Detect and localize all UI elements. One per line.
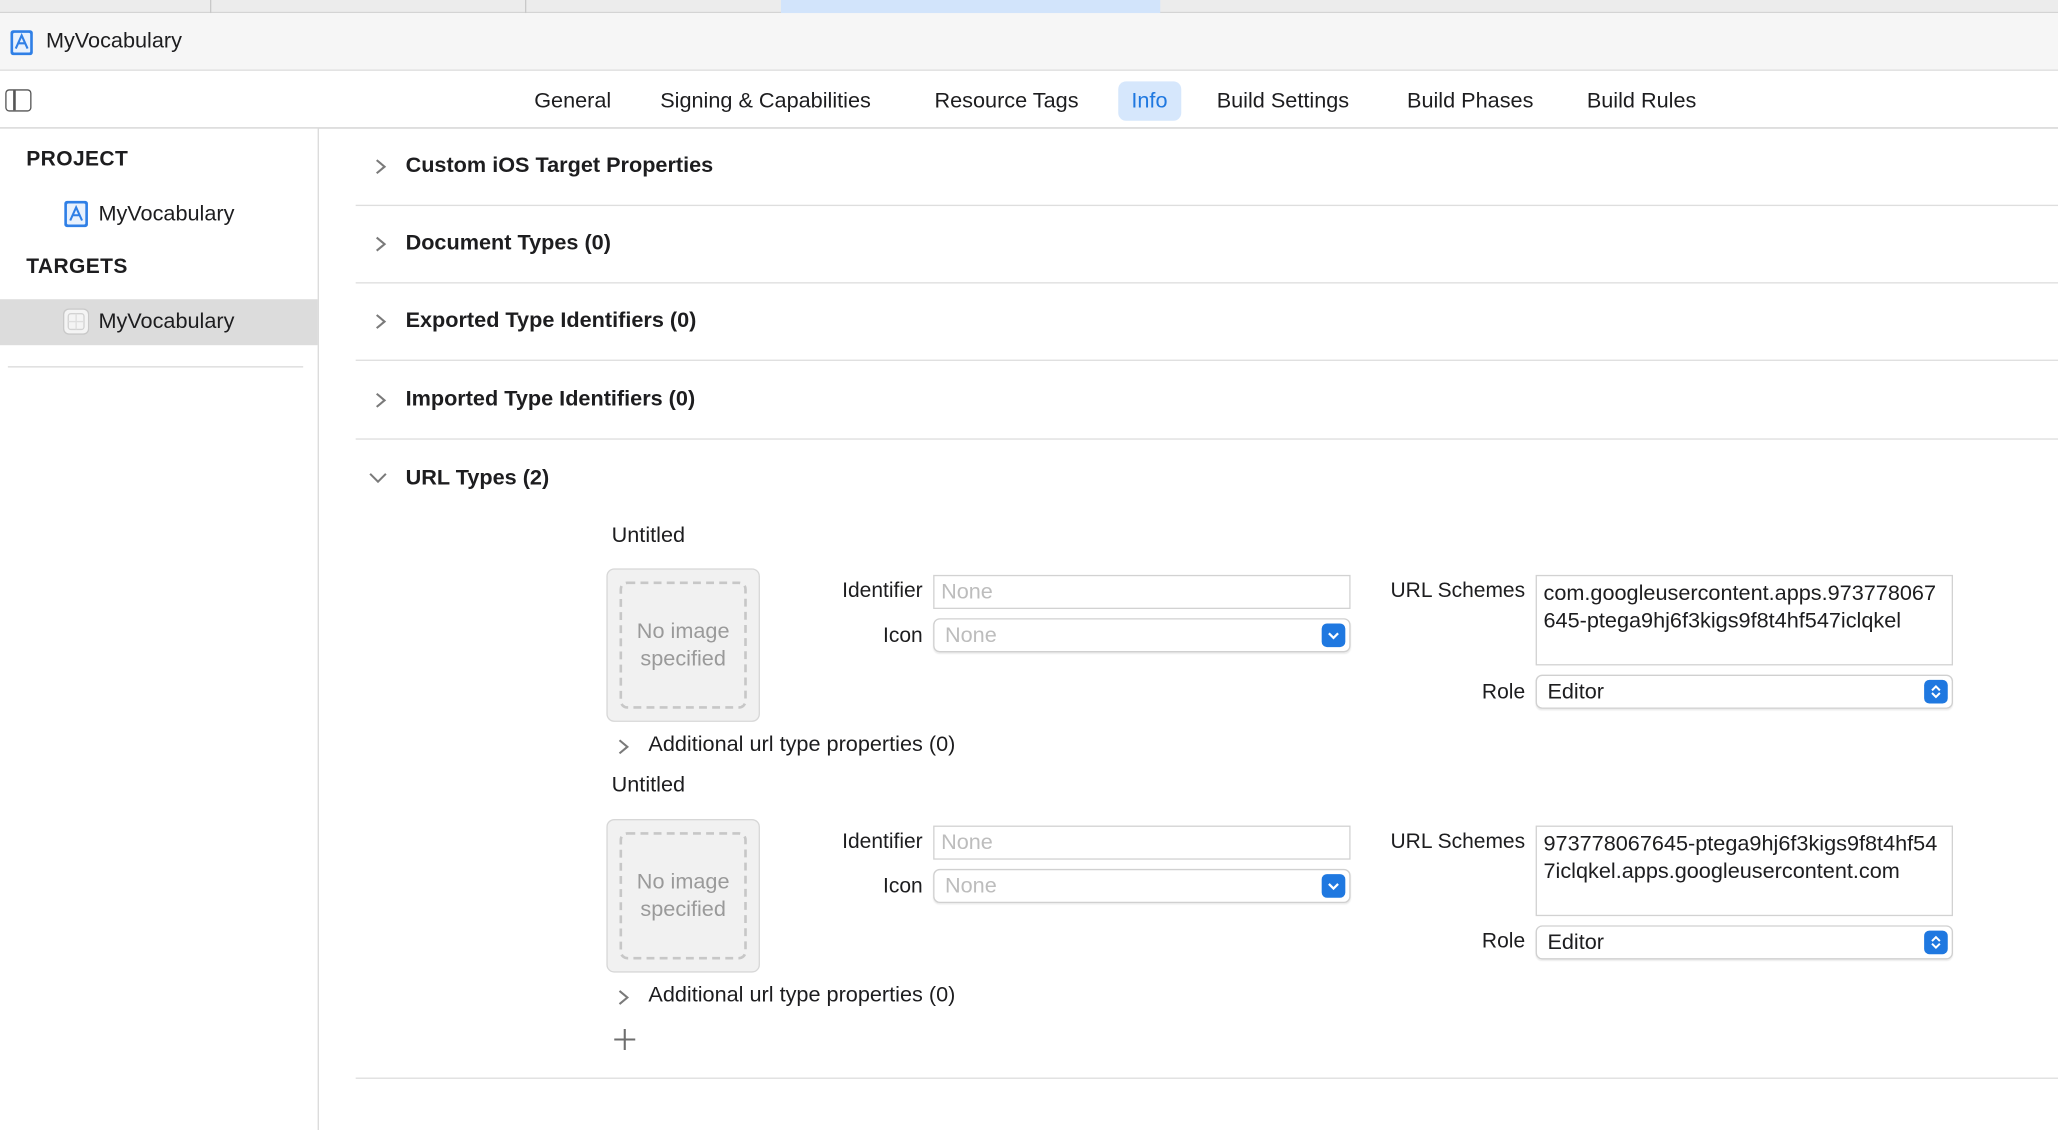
identifier-field[interactable]: None	[933, 574, 1351, 609]
chevron-right-icon	[618, 990, 630, 1005]
targets-header: TARGETS	[26, 255, 128, 279]
url-type-name[interactable]: Untitled	[612, 524, 685, 549]
icon-label: Icon	[882, 875, 923, 898]
project-title[interactable]: MyVocabulary	[46, 29, 182, 54]
url-schemes-field[interactable]: 973778067645-ptega9hj6f3kigs9f8t4hf547ic…	[1535, 825, 1953, 917]
tab-signing-capabilities[interactable]: Signing & Capabilities	[647, 81, 884, 120]
updown-stepper-icon	[1924, 930, 1948, 955]
role-label: Role	[1481, 930, 1526, 953]
section-title: Exported Type Identifiers (0)	[405, 308, 697, 333]
icon-popup[interactable]: None	[933, 868, 1351, 903]
chevron-down-icon	[1321, 623, 1346, 648]
additional-url-properties-disclosure[interactable]: Additional url type properties (0)	[612, 731, 1032, 763]
icon-label: Icon	[882, 624, 923, 648]
tab-build-rules[interactable]: Build Rules	[1574, 81, 1710, 120]
role-label: Role	[1481, 681, 1526, 704]
updown-stepper-icon	[1924, 679, 1948, 704]
sidebar-item-target[interactable]: MyVocabulary	[0, 299, 318, 346]
role-popup[interactable]: Editor	[1535, 925, 1953, 960]
section-imported-type-identifiers[interactable]: Imported Type Identifiers (0)	[355, 362, 2058, 440]
sidebar-toggle-icon[interactable]	[5, 89, 32, 112]
tab-build-settings[interactable]: Build Settings	[1204, 81, 1363, 120]
url-schemes-label: URL Schemes	[1390, 830, 1526, 854]
xcode-project-icon	[64, 200, 88, 228]
section-exported-type-identifiers[interactable]: Exported Type Identifiers (0)	[355, 284, 2058, 361]
chevron-right-icon	[376, 392, 387, 408]
role-popup-value: Editor	[1547, 679, 1605, 704]
project-navigator-sidebar: PROJECT MyVocabulary TARGETS MyVocabular…	[0, 128, 319, 1130]
tab-general[interactable]: General	[521, 81, 624, 120]
url-type-name[interactable]: Untitled	[612, 773, 685, 798]
add-url-type-plus-icon[interactable]	[612, 1026, 638, 1052]
app-target-icon	[63, 308, 90, 335]
xcode-project-icon	[10, 30, 33, 56]
chevron-down-icon	[1321, 874, 1346, 898]
section-title: Custom iOS Target Properties	[405, 153, 714, 178]
jump-bar: MyVocabulary	[0, 13, 2058, 71]
icon-popup-value: None	[945, 874, 997, 898]
tab-separator	[210, 0, 212, 14]
url-type-image-well[interactable]: No image specified	[606, 568, 760, 722]
project-header: PROJECT	[26, 148, 129, 171]
section-title: URL Types (2)	[405, 465, 550, 490]
additional-url-properties-label: Additional url type properties (0)	[648, 732, 956, 756]
chevron-right-icon	[618, 739, 630, 755]
sidebar-item-label: MyVocabulary	[98, 309, 235, 334]
chevron-right-icon	[376, 236, 387, 252]
active-window-tab[interactable]	[780, 0, 1161, 14]
url-schemes-field[interactable]: com.googleusercontent.apps.973778067645-…	[1535, 574, 1953, 666]
section-custom-ios-target-properties[interactable]: Custom iOS Target Properties	[355, 129, 2058, 207]
section-title: Imported Type Identifiers (0)	[405, 387, 696, 411]
additional-url-properties-disclosure[interactable]: Additional url type properties (0)	[612, 982, 1032, 1014]
tab-resource-tags[interactable]: Resource Tags	[921, 81, 1091, 120]
role-popup-value: Editor	[1547, 930, 1605, 955]
identifier-label: Identifier	[842, 830, 923, 854]
identifier-label: Identifier	[842, 580, 923, 603]
section-divider	[355, 1077, 2058, 1079]
role-popup[interactable]: Editor	[1535, 674, 1953, 709]
editor-tab-bar: General Signing & Capabilities Resource …	[0, 70, 2058, 129]
url-type-image-well[interactable]: No image specified	[606, 819, 760, 973]
image-placeholder: No image specified	[619, 581, 747, 709]
tab-info[interactable]: Info	[1118, 81, 1181, 121]
sidebar-divider	[7, 366, 304, 368]
image-placeholder: No image specified	[619, 832, 747, 960]
section-title: Document Types (0)	[405, 231, 611, 255]
url-schemes-label: URL Schemes	[1390, 580, 1526, 603]
icon-popup-value: None	[945, 623, 997, 648]
sidebar-item-label: MyVocabulary	[98, 202, 235, 226]
chevron-right-icon	[376, 314, 387, 329]
window-tab-strip	[0, 0, 2058, 14]
additional-url-properties-label: Additional url type properties (0)	[648, 983, 956, 1007]
tab-build-phases[interactable]: Build Phases	[1394, 81, 1547, 120]
section-document-types[interactable]: Document Types (0)	[355, 206, 2058, 284]
icon-popup[interactable]: None	[933, 618, 1351, 653]
sidebar-item-project[interactable]: MyVocabulary	[0, 192, 318, 238]
section-url-types[interactable]: URL Types (2)	[356, 441, 2058, 518]
chevron-right-icon	[376, 159, 387, 175]
chevron-down-icon	[369, 473, 387, 484]
tab-separator	[525, 0, 527, 14]
identifier-field[interactable]: None	[933, 825, 1351, 860]
